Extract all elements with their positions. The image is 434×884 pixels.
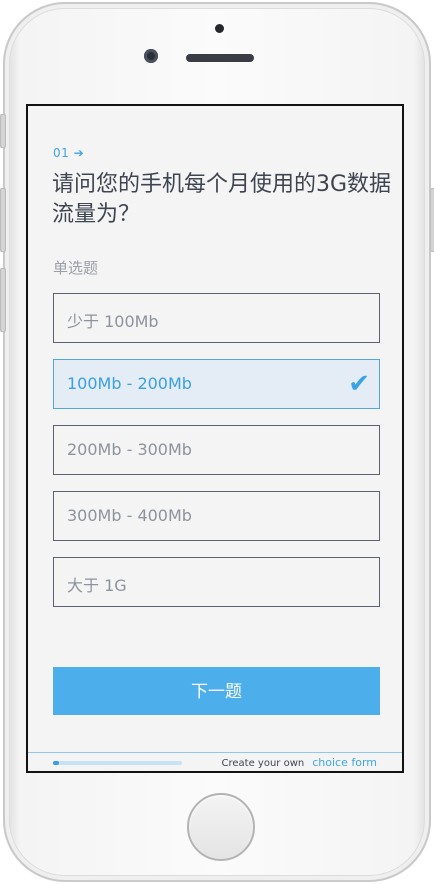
option-label: 200Mb - 300Mb <box>67 440 192 459</box>
form-footer: Create your own choice form <box>28 752 402 771</box>
volume-down-button <box>0 268 6 332</box>
form-screen: 01 ➔ 请问您的手机每个月使用的3G数据流量为？ 单选题 少于 100Mb 1… <box>26 104 404 773</box>
next-question-button[interactable]: 下一题 <box>53 667 380 715</box>
question-type-label: 单选题 <box>53 259 99 277</box>
volume-up-button <box>0 188 6 252</box>
option-label: 少于 100Mb <box>67 312 159 331</box>
progress-fill <box>53 761 59 765</box>
checkmark-icon: ✔ <box>348 369 370 399</box>
proximity-sensor <box>215 24 224 33</box>
option-300-400mb[interactable]: 300Mb - 400Mb <box>53 491 380 541</box>
front-camera-icon <box>144 49 158 63</box>
footer-text: Create your own <box>221 758 305 769</box>
mute-switch <box>0 114 6 148</box>
option-200-300mb[interactable]: 200Mb - 300Mb <box>53 425 380 475</box>
footer-accent-text: choice form <box>312 756 377 769</box>
option-label: 300Mb - 400Mb <box>67 506 192 525</box>
footer-branding[interactable]: Create your own choice form <box>222 756 377 769</box>
earpiece-speaker <box>186 54 254 62</box>
option-100-200mb[interactable]: 100Mb - 200Mb ✔ <box>53 359 380 409</box>
question-title: 请问您的手机每个月使用的3G数据流量为？ <box>52 172 392 227</box>
question-number: 01 ➔ <box>53 146 85 160</box>
progress-bar <box>53 761 182 765</box>
option-label: 大于 1G <box>67 576 127 595</box>
option-more-than-1g[interactable]: 大于 1G <box>53 557 380 607</box>
power-button <box>430 188 434 252</box>
home-button[interactable] <box>187 793 255 861</box>
option-less-than-100mb[interactable]: 少于 100Mb <box>53 293 380 343</box>
option-label: 100Mb - 200Mb <box>67 374 192 393</box>
